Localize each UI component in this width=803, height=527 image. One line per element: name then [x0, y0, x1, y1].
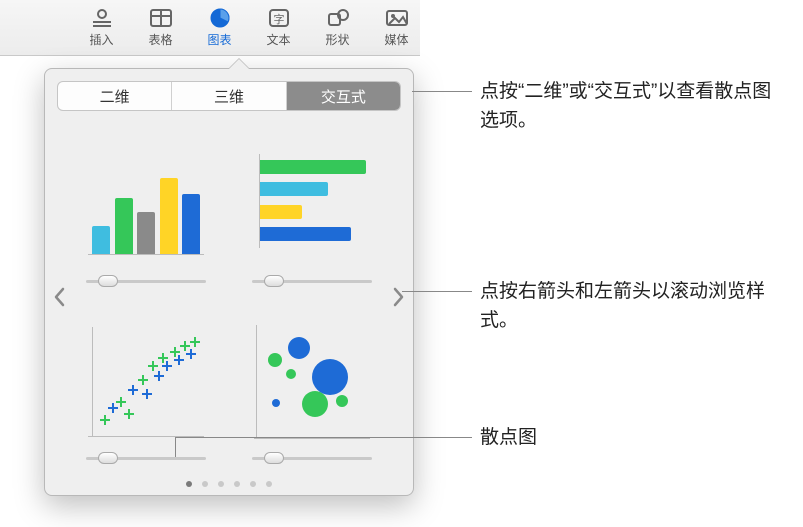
chart-style-bubble[interactable]	[245, 308, 379, 464]
toolbar: 插入 表格 图表 字 文本 形状 媒体	[0, 0, 420, 56]
callout-scatter: 散点图	[480, 424, 680, 453]
chart-dimension-segmented: 二维 三维 交互式	[57, 81, 401, 111]
tab-interactive[interactable]: 交互式	[287, 82, 400, 110]
chart-style-area	[45, 124, 413, 469]
callout-text: 点按“二维”或“交互式”以查看散点图选项。	[480, 81, 771, 131]
tool-label: 形状	[325, 31, 349, 48]
chart-icon	[207, 7, 233, 29]
tool-text[interactable]: 字 文本	[255, 3, 302, 53]
chart-popover: 二维 三维 交互式	[44, 68, 414, 496]
tool-label: 图表	[207, 31, 231, 48]
chart-style-scatter[interactable]	[79, 308, 213, 464]
tool-media[interactable]: 媒体	[373, 3, 420, 53]
chart-style-column[interactable]	[79, 130, 213, 286]
chart-style-bar[interactable]	[245, 130, 379, 286]
callout-arrows: 点按右箭头和左箭头以滚动浏览样式。	[480, 278, 790, 335]
tool-shape[interactable]: 形状	[314, 3, 361, 53]
text-icon: 字	[266, 7, 292, 29]
table-icon	[148, 7, 174, 29]
tool-label: 插入	[89, 31, 113, 48]
tool-label: 表格	[148, 31, 172, 48]
tool-chart[interactable]: 图表	[196, 3, 243, 53]
tool-table[interactable]: 表格	[137, 3, 184, 53]
chart-style-grid	[79, 130, 379, 463]
next-arrow[interactable]	[387, 277, 411, 317]
prev-arrow[interactable]	[47, 277, 71, 317]
callout-segmented: 点按“二维”或“交互式”以查看散点图选项。	[480, 78, 790, 135]
page-dots[interactable]	[45, 481, 413, 487]
tool-label: 文本	[266, 31, 290, 48]
slider-icon	[252, 276, 372, 286]
tab-3d[interactable]: 三维	[172, 82, 286, 110]
tool-insert[interactable]: 插入	[78, 3, 125, 53]
tab-2d[interactable]: 二维	[58, 82, 172, 110]
shape-icon	[325, 7, 351, 29]
insert-icon	[89, 7, 115, 29]
slider-icon	[252, 453, 372, 463]
svg-text:字: 字	[273, 12, 284, 26]
slider-icon	[86, 276, 206, 286]
tool-label: 媒体	[384, 31, 408, 48]
callout-text: 点按右箭头和左箭头以滚动浏览样式。	[480, 281, 765, 331]
slider-icon	[86, 453, 206, 463]
callout-text: 散点图	[480, 427, 537, 448]
media-icon	[384, 7, 410, 29]
